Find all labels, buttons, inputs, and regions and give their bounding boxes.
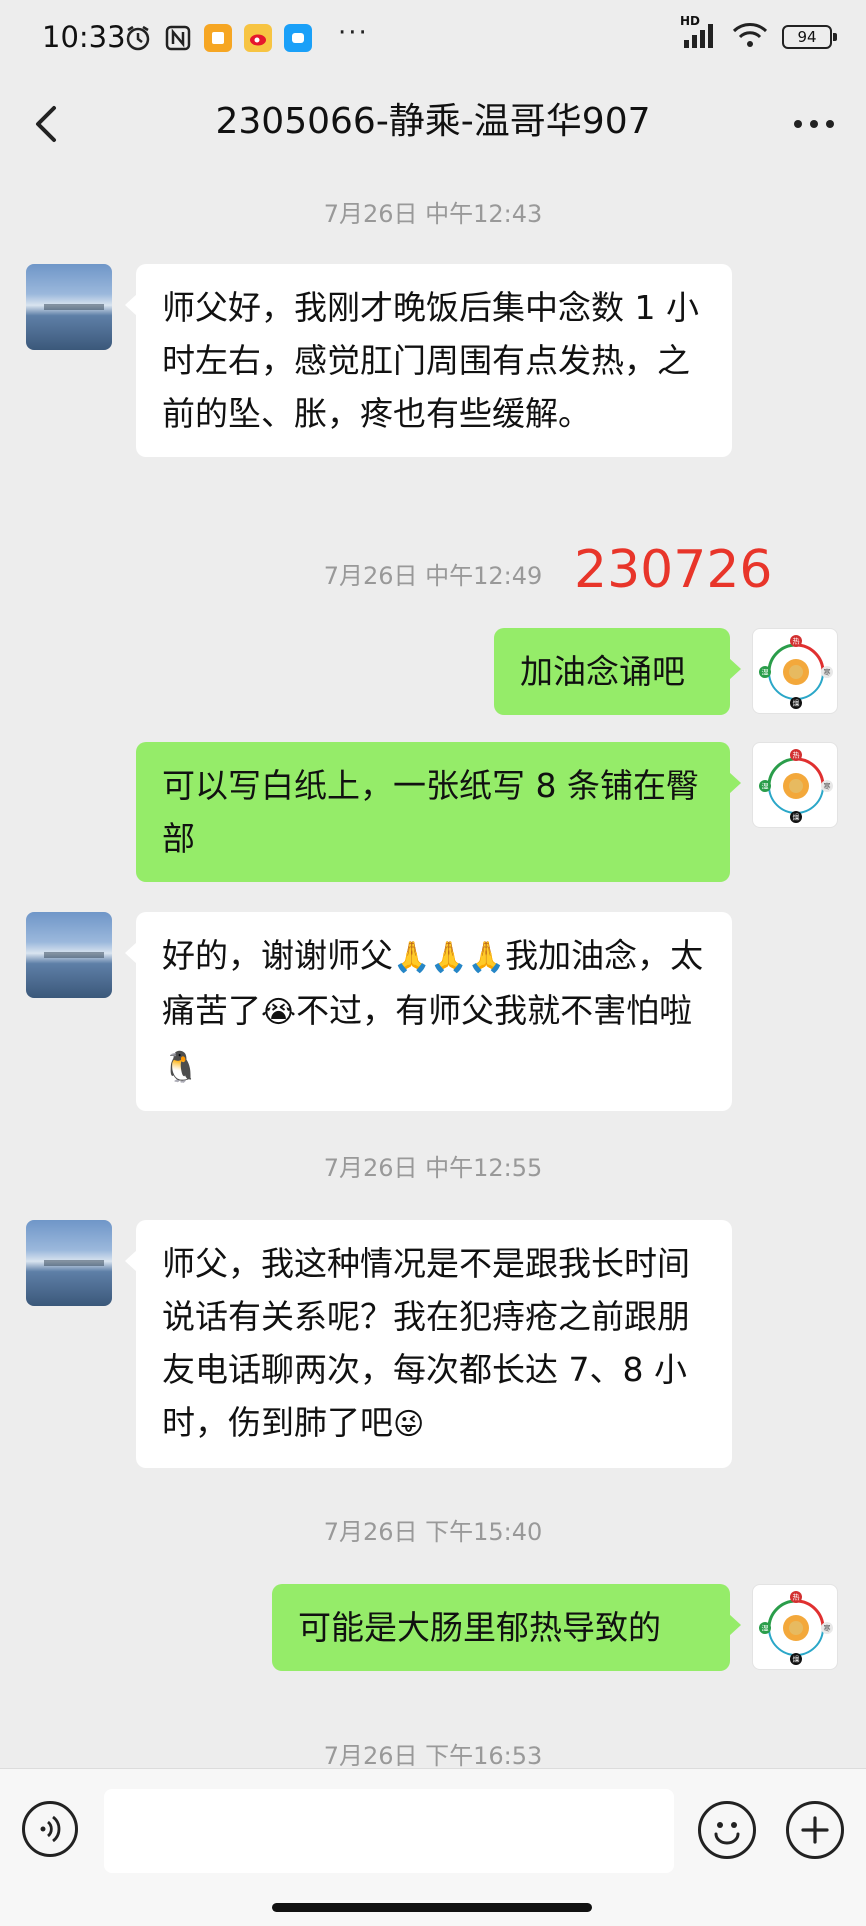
- chat-title: 2305066-静乘-温哥华907: [215, 101, 651, 142]
- message-text: 师父，我这种情况是不是跟我长时间说话有关系呢？我在犯痔疮之前跟朋友电话聊两次，每…: [162, 1244, 690, 1442]
- input-bar: [0, 1768, 866, 1926]
- sent-message[interactable]: 可能是大肠里郁热导致的: [272, 1584, 741, 1671]
- logo-label-right: 寒: [824, 668, 831, 677]
- user-avatar[interactable]: 热 湿 寒 燥: [752, 628, 838, 714]
- emoji-button[interactable]: [698, 1801, 756, 1859]
- weibo-icon: [244, 24, 272, 52]
- voice-input-button[interactable]: [22, 1801, 78, 1857]
- logo-label-top: 热: [793, 1593, 800, 1602]
- received-message[interactable]: 好的，谢谢师父🙏🙏🙏我加油念，太痛苦了😭不过，有师父我就不害怕啦🐧: [125, 912, 732, 1111]
- status-notification-icons: [124, 24, 312, 52]
- logo-label-top: 热: [793, 637, 800, 646]
- network-label: HD: [680, 14, 701, 28]
- five-elements-logo-icon: 热 湿 寒 燥: [759, 1591, 833, 1665]
- logo-label-bottom: 燥: [793, 699, 800, 708]
- status-time: 10:33: [42, 20, 126, 54]
- battery-icon: 94: [782, 25, 837, 49]
- alarm-icon: [124, 24, 152, 52]
- logo-label-top: 热: [793, 751, 800, 760]
- date-annotation: 230726: [574, 540, 773, 600]
- message-text: 好的，谢谢师父: [162, 936, 393, 975]
- contact-avatar[interactable]: [26, 264, 112, 350]
- sent-message[interactable]: 可以写白纸上，一张纸写 8 条铺在臀部: [136, 742, 741, 882]
- winking-tongue-emoji: 😜: [393, 1407, 425, 1442]
- received-message[interactable]: 师父好，我刚才晚饭后集中念数 1 小时左右，感觉肛门周围有点发热，之前的坠、胀，…: [125, 264, 732, 457]
- more-notifications-icon: ···: [338, 18, 369, 48]
- more-options-button[interactable]: [786, 100, 842, 148]
- logo-label-left: 湿: [762, 668, 769, 677]
- received-message[interactable]: 师父，我这种情况是不是跟我长时间说话有关系呢？我在犯痔疮之前跟朋友电话聊两次，每…: [125, 1220, 732, 1468]
- message-text: 不过，有师父我就不害怕啦: [296, 991, 693, 1030]
- more-dots-icon: [794, 120, 834, 128]
- home-indicator[interactable]: [272, 1903, 592, 1912]
- crying-emoji: 😭: [261, 995, 297, 1030]
- message-timestamp: 7月26日 中午12:55: [323, 1154, 543, 1182]
- message-timestamp: 7月26日 下午15:40: [323, 1518, 543, 1546]
- logo-label-left: 湿: [762, 1624, 769, 1633]
- message-input[interactable]: [104, 1789, 674, 1873]
- nfc-icon: [164, 24, 192, 52]
- logo-label-right: 寒: [824, 1624, 831, 1633]
- five-elements-logo-icon: 热 湿 寒 燥: [759, 635, 833, 709]
- penguin-emoji: 🐧: [162, 1050, 200, 1085]
- battery-level: 94: [797, 28, 817, 46]
- voice-icon: [40, 1815, 61, 1843]
- chat-messages[interactable]: 7月26日 中午12:43 师父好，我刚才晚饭后集中念数 1 小时左右，感觉肛门…: [0, 168, 866, 1770]
- message-timestamp: 7月26日 中午12:43: [323, 200, 543, 228]
- contact-avatar[interactable]: [26, 1220, 112, 1306]
- logo-label-bottom: 燥: [793, 1655, 800, 1664]
- wifi-icon: [732, 22, 768, 52]
- more-actions-button[interactable]: [786, 1801, 844, 1859]
- logo-label-bottom: 燥: [793, 813, 800, 822]
- logo-label-right: 寒: [824, 782, 831, 791]
- status-bar: 10:33 ··· HD 94: [0, 0, 866, 78]
- user-avatar[interactable]: 热 湿 寒 燥: [752, 1584, 838, 1670]
- user-avatar[interactable]: 热 湿 寒 燥: [752, 742, 838, 828]
- signal-icon: HD: [680, 14, 718, 52]
- sent-message[interactable]: 加油念诵吧: [494, 628, 741, 715]
- message-timestamp: 7月26日 下午16:53: [323, 1742, 543, 1770]
- five-elements-logo-icon: 热 湿 寒 燥: [759, 749, 833, 823]
- emoji-icon: [714, 1822, 740, 1845]
- notes-app-icon: [204, 24, 232, 52]
- message-app-icon: [284, 24, 312, 52]
- contact-avatar[interactable]: [26, 912, 112, 998]
- plus-icon: [801, 1816, 829, 1844]
- chat-header: 2305066-静乘-温哥华907: [0, 78, 866, 168]
- pray-emoji: 🙏🙏🙏: [393, 940, 506, 975]
- status-right: HD 94: [680, 14, 837, 52]
- logo-label-left: 湿: [762, 782, 769, 791]
